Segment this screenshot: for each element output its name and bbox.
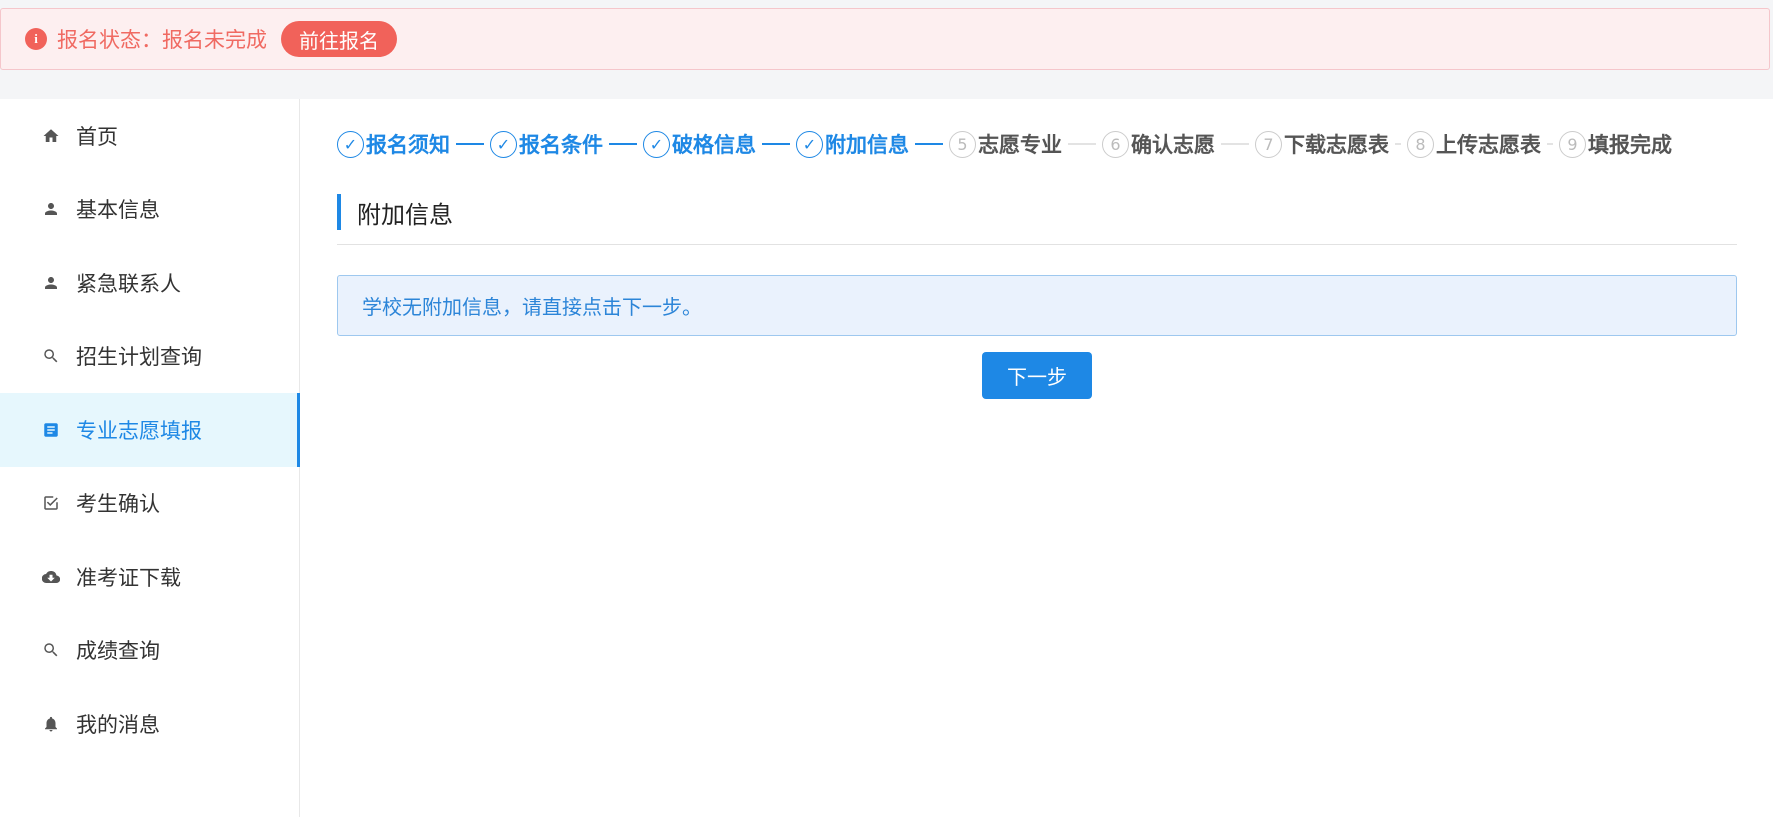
- sidebar-item-label: 准考证下载: [76, 565, 181, 590]
- document-icon: [42, 421, 60, 439]
- registration-status-text: 报名状态：报名未完成: [57, 28, 267, 52]
- search-icon: [42, 641, 60, 659]
- step-label: 附加信息: [825, 133, 909, 157]
- main-content: ✓ 报名须知 ✓ 报名条件 ✓ 破格信息 ✓ 附加信息 5 志愿专业 6 确认志…: [300, 99, 1773, 817]
- step-label: 填报完成: [1588, 133, 1672, 157]
- home-icon: [42, 127, 60, 145]
- step-7: 7 下载志愿表: [1255, 129, 1407, 159]
- step-connector: [915, 143, 943, 145]
- step-connector: [1395, 143, 1401, 145]
- step-1: ✓ 报名须知: [337, 129, 490, 159]
- step-connector: [1221, 143, 1249, 145]
- step-check-icon: ✓: [796, 130, 823, 158]
- button-row: 下一步: [337, 352, 1737, 399]
- step-connector: [609, 143, 637, 145]
- step-label: 确认志愿: [1131, 133, 1215, 157]
- step-check-icon: ✓: [337, 130, 364, 158]
- step-label: 破格信息: [672, 133, 756, 157]
- sidebar-item-label: 基本信息: [76, 198, 160, 223]
- cloud-download-icon: [42, 568, 60, 586]
- step-2: ✓ 报名条件: [490, 129, 643, 159]
- step-connector: [762, 143, 790, 145]
- sidebar-item-label: 成绩查询: [76, 639, 160, 664]
- person-icon: [42, 200, 60, 218]
- step-connector: [1068, 143, 1096, 145]
- divider: [337, 244, 1737, 245]
- search-icon: [42, 347, 60, 365]
- step-number: 5: [949, 130, 976, 158]
- sidebar-item-home[interactable]: 首页: [0, 99, 299, 173]
- step-label: 报名条件: [519, 133, 603, 157]
- step-6: 6 确认志愿: [1102, 129, 1255, 159]
- step-label: 下载志愿表: [1284, 133, 1389, 157]
- sidebar-item-label: 首页: [76, 124, 118, 149]
- sidebar-item-major-preference[interactable]: 专业志愿填报: [0, 393, 300, 467]
- step-check-icon: ✓: [643, 130, 670, 158]
- sidebar-item-basic-info[interactable]: 基本信息: [0, 173, 299, 247]
- progress-steps: ✓ 报名须知 ✓ 报名条件 ✓ 破格信息 ✓ 附加信息 5 志愿专业 6 确认志…: [337, 129, 1737, 159]
- sidebar-item-emergency-contact[interactable]: 紧急联系人: [0, 246, 299, 320]
- info-icon: i: [25, 28, 47, 50]
- step-connector: [1547, 143, 1553, 145]
- step-number: 9: [1559, 130, 1586, 158]
- registration-status-alert: i 报名状态：报名未完成 前往报名: [0, 8, 1770, 70]
- sidebar-item-label: 我的消息: [76, 712, 160, 737]
- sidebar: 首页 基本信息 紧急联系人 招生计划查询 专业志愿填报 考生确认 准考证下载 成…: [0, 99, 300, 817]
- sidebar-item-admission-ticket[interactable]: 准考证下载: [0, 540, 299, 614]
- sidebar-item-candidate-confirm[interactable]: 考生确认: [0, 467, 299, 541]
- sidebar-item-label: 紧急联系人: [76, 271, 181, 296]
- info-message: 学校无附加信息，请直接点击下一步。: [337, 275, 1737, 336]
- page-layout: 首页 基本信息 紧急联系人 招生计划查询 专业志愿填报 考生确认 准考证下载 成…: [0, 99, 1773, 817]
- step-number: 7: [1255, 130, 1282, 158]
- sidebar-item-label: 招生计划查询: [76, 345, 202, 370]
- next-step-button[interactable]: 下一步: [982, 352, 1092, 399]
- sidebar-item-enrollment-plan[interactable]: 招生计划查询: [0, 320, 299, 394]
- checkbox-icon: [42, 494, 60, 512]
- sidebar-item-score-query[interactable]: 成绩查询: [0, 614, 299, 688]
- step-label: 志愿专业: [978, 133, 1062, 157]
- section-title: 附加信息: [337, 194, 1737, 230]
- step-label: 报名须知: [366, 133, 450, 157]
- step-3: ✓ 破格信息: [643, 129, 796, 159]
- step-check-icon: ✓: [490, 130, 517, 158]
- step-5: 5 志愿专业: [949, 129, 1102, 159]
- sidebar-item-label: 考生确认: [76, 492, 160, 517]
- sidebar-item-label: 专业志愿填报: [76, 418, 202, 443]
- sidebar-item-my-messages[interactable]: 我的消息: [0, 687, 299, 761]
- step-number: 8: [1407, 130, 1434, 158]
- step-connector: [456, 143, 484, 145]
- step-8: 8 上传志愿表: [1407, 129, 1559, 159]
- step-9: 9 填报完成: [1559, 129, 1672, 159]
- step-number: 6: [1102, 130, 1129, 158]
- bell-icon: [42, 715, 60, 733]
- person-icon: [42, 274, 60, 292]
- step-label: 上传志愿表: [1436, 133, 1541, 157]
- go-register-button[interactable]: 前往报名: [281, 21, 397, 57]
- step-4: ✓ 附加信息: [796, 129, 949, 159]
